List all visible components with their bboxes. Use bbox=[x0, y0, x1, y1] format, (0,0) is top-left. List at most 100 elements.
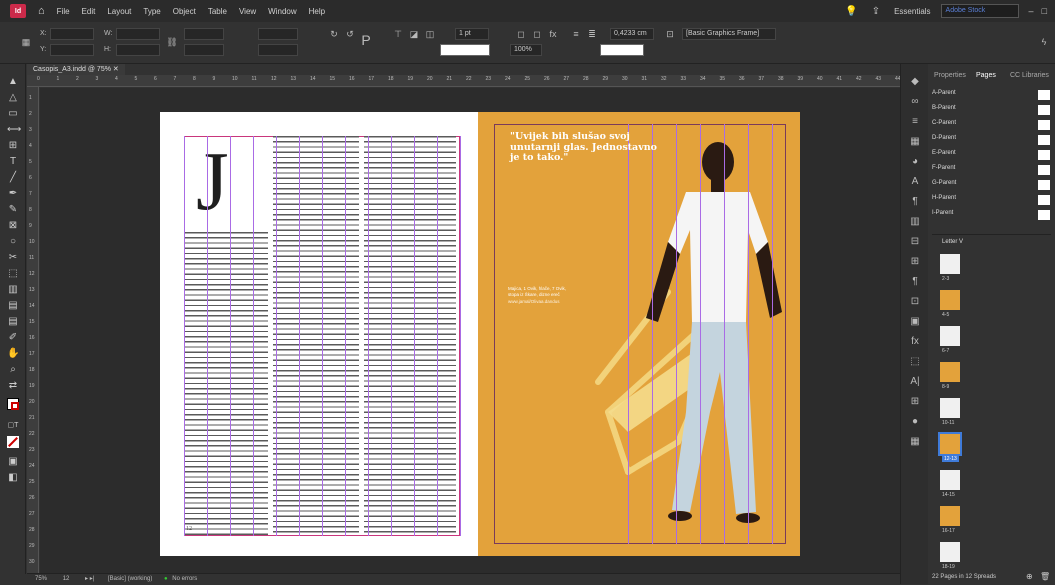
spread-thumbnail[interactable] bbox=[940, 506, 960, 526]
shear-field[interactable] bbox=[258, 44, 298, 56]
menu-edit[interactable]: Edit bbox=[82, 7, 96, 16]
spread-thumbnail[interactable] bbox=[938, 432, 962, 456]
maximize-icon[interactable]: □ bbox=[1042, 6, 1047, 16]
rotate-cw-icon[interactable]: ↻ bbox=[328, 28, 340, 40]
spread-thumbnail[interactable] bbox=[940, 290, 960, 310]
menu-layout[interactable]: Layout bbox=[107, 7, 131, 16]
fit-content-icon[interactable]: ◻ bbox=[515, 28, 527, 40]
menu-file[interactable]: File bbox=[57, 7, 70, 16]
adobe-stock-search[interactable]: Adobe Stock bbox=[940, 4, 1019, 18]
transform-icon[interactable]: ⬚ bbox=[909, 356, 921, 368]
glyphs-icon[interactable]: ⊡ bbox=[909, 296, 921, 308]
document-tab[interactable]: Casopis_A3.indd @ 75% ✕ bbox=[27, 64, 125, 75]
layers-icon[interactable]: ◆ bbox=[909, 76, 921, 88]
right-page[interactable]: "Uvijek bih slušao svoj unutarnji glas. … bbox=[478, 112, 800, 556]
menu-window[interactable]: Window bbox=[268, 7, 296, 16]
scissors-tool-icon[interactable]: ✂ bbox=[7, 252, 19, 264]
size-field[interactable]: 0,4233 cm bbox=[610, 28, 654, 40]
new-page-icon[interactable]: ⊕ bbox=[1026, 572, 1033, 581]
flip-p-icon[interactable]: P bbox=[360, 33, 372, 47]
text-column-1[interactable] bbox=[184, 232, 268, 536]
page-tool-icon[interactable]: ▭ bbox=[7, 108, 19, 120]
gap-tool-icon[interactable]: ⟷ bbox=[7, 124, 21, 136]
section-label[interactable]: Letter V bbox=[942, 239, 963, 245]
type-tool-icon[interactable]: T bbox=[7, 156, 19, 168]
align-left-icon[interactable]: ≡ bbox=[570, 28, 582, 40]
tab-pages[interactable]: Pages bbox=[976, 72, 996, 79]
effects-icon[interactable]: ▣ bbox=[909, 316, 921, 328]
links-icon[interactable]: ∞ bbox=[909, 96, 921, 108]
menu-view[interactable]: View bbox=[239, 7, 256, 16]
paragraph-styles-icon[interactable]: ¶ bbox=[909, 196, 921, 208]
fx-panel-icon[interactable]: fx bbox=[909, 336, 921, 348]
formatting-affects-icon[interactable]: ▢T bbox=[7, 420, 19, 432]
preflight-status[interactable]: No errors bbox=[172, 576, 197, 582]
parent-page-item[interactable]: B-Parent bbox=[932, 105, 1052, 116]
spread-thumbnail[interactable] bbox=[940, 326, 960, 346]
table-icon[interactable]: ⊞ bbox=[909, 396, 921, 408]
lightning-icon[interactable]: ϟ bbox=[1038, 36, 1050, 48]
vertical-ruler[interactable]: 1 2 3 4 5 6 7 8 9 10 11 12 13 14 15 16 17 18 19 20 21 22 23 24 2… bbox=[27, 87, 39, 573]
workspace-switcher[interactable]: Essentials bbox=[894, 7, 930, 16]
left-page[interactable]: J 12 bbox=[160, 112, 478, 556]
horizontal-ruler[interactable]: 0 1 2 3 4 5 6 7 8 9 10 11 12 13 14 15 16 17 18 19 20 21 22 23 24… bbox=[27, 75, 900, 87]
home-icon[interactable]: ⌂ bbox=[38, 5, 45, 17]
align-panel-icon[interactable]: ⊟ bbox=[909, 236, 921, 248]
spread-thumbnail[interactable] bbox=[940, 398, 960, 418]
gradient-tool-icon[interactable]: ▥ bbox=[7, 284, 19, 296]
select-container-icon[interactable]: ⊤ bbox=[392, 28, 404, 40]
rotate-field[interactable] bbox=[258, 28, 298, 40]
align-center-icon[interactable]: ≣ bbox=[586, 28, 598, 40]
rotate-ccw-icon[interactable]: ↺ bbox=[344, 28, 356, 40]
pen-tool-icon[interactable]: ✒ bbox=[7, 188, 19, 200]
photo-caption[interactable]: Majica, 1 Ovik, hlače, 7 Ovik, stopa iz … bbox=[508, 286, 570, 305]
pull-quote[interactable]: "Uvijek bih slušao svoj unutarnji glas. … bbox=[510, 131, 660, 164]
note-tool-icon[interactable]: ▤ bbox=[7, 316, 19, 328]
stroke-type-select[interactable] bbox=[440, 44, 490, 56]
gradient-panel-icon[interactable]: ▦ bbox=[909, 436, 921, 448]
hand-tool-icon[interactable]: ✋ bbox=[7, 348, 19, 360]
content-collector-icon[interactable]: ⊞ bbox=[7, 140, 19, 152]
swatches-icon[interactable]: ▦ bbox=[909, 136, 921, 148]
apply-color-icon[interactable] bbox=[7, 436, 19, 448]
zoom-level[interactable]: 75% bbox=[35, 576, 47, 582]
pasteboard[interactable]: J 12 "Uvijek bih slušao svoj unutarnji g… bbox=[40, 88, 900, 573]
info-icon[interactable]: ● bbox=[909, 416, 921, 428]
opacity-field[interactable]: 100% bbox=[510, 44, 542, 56]
zoom-tool-icon[interactable]: ⌕ bbox=[7, 364, 19, 376]
text-column-2[interactable] bbox=[273, 136, 359, 536]
eyedropper-tool-icon[interactable]: ✐ bbox=[7, 332, 19, 344]
x-field[interactable] bbox=[50, 28, 94, 40]
share-icon[interactable]: ⇪ bbox=[872, 6, 880, 17]
spread-thumbnail[interactable] bbox=[940, 542, 960, 562]
minimize-icon[interactable]: – bbox=[1029, 6, 1034, 16]
parent-page-item[interactable]: D-Parent bbox=[932, 135, 1052, 146]
screen-mode-icon[interactable]: ▣ bbox=[7, 456, 19, 468]
line-tool-icon[interactable]: ╱ bbox=[7, 172, 19, 184]
text-wrap-icon[interactable]: ▥ bbox=[909, 216, 921, 228]
menu-object[interactable]: Object bbox=[173, 7, 196, 16]
gradient-feather-tool-icon[interactable]: ▤ bbox=[7, 300, 19, 312]
stroke-swatch-icon[interactable]: ◫ bbox=[424, 28, 436, 40]
y-field[interactable] bbox=[50, 44, 94, 56]
menu-help[interactable]: Help bbox=[309, 7, 325, 16]
fill-swatch-icon[interactable]: ◪ bbox=[408, 28, 420, 40]
tab-properties[interactable]: Properties bbox=[934, 72, 966, 79]
current-page[interactable]: 12 bbox=[63, 576, 70, 582]
scale-x-field[interactable] bbox=[184, 28, 224, 40]
preview-mode-icon[interactable]: ◧ bbox=[7, 472, 19, 484]
stroke-panel-icon[interactable]: ≡ bbox=[909, 116, 921, 128]
parent-page-item[interactable]: E-Parent bbox=[932, 150, 1052, 161]
parent-page-item[interactable]: A-Parent bbox=[932, 90, 1052, 101]
tab-cc-libraries[interactable]: CC Libraries bbox=[1010, 72, 1049, 79]
character-styles-icon[interactable]: A bbox=[909, 176, 921, 188]
parent-page-item[interactable]: I-Parent bbox=[932, 210, 1052, 221]
spread-thumbnail[interactable] bbox=[940, 470, 960, 490]
text-column-3[interactable] bbox=[364, 136, 456, 536]
model-photo[interactable] bbox=[568, 112, 800, 556]
parent-page-item[interactable]: F-Parent bbox=[932, 165, 1052, 176]
ellipse-tool-icon[interactable]: ○ bbox=[7, 236, 19, 248]
free-transform-tool-icon[interactable]: ⬚ bbox=[7, 268, 19, 280]
constrain-link-icon[interactable]: ⛓ bbox=[166, 36, 178, 48]
pencil-tool-icon[interactable]: ✎ bbox=[7, 204, 19, 216]
